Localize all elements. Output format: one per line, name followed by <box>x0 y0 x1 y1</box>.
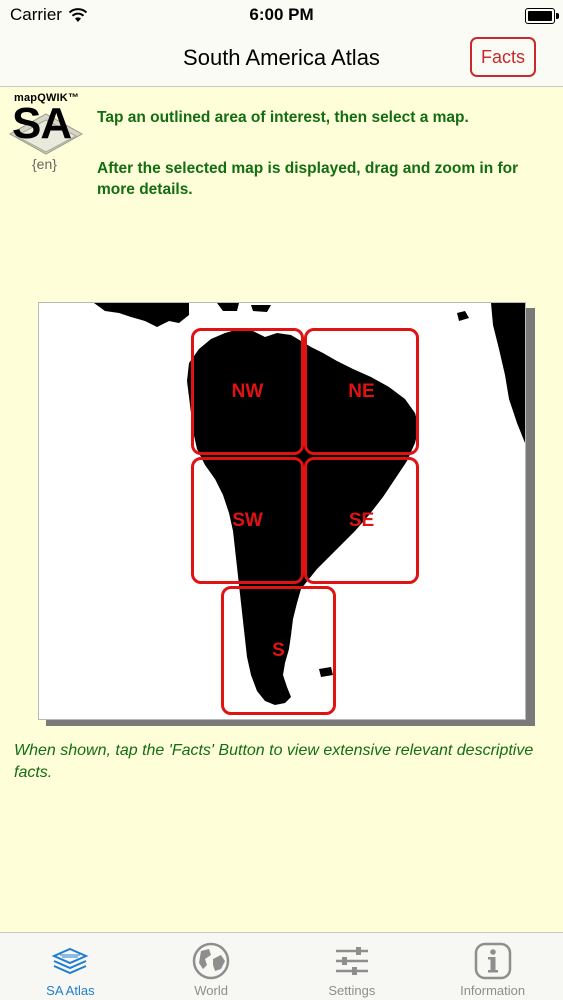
sliders-icon <box>335 947 368 975</box>
instruction-text-1: Tap an outlined area of interest, then s… <box>97 109 469 126</box>
tab-bar: SA Atlas World Settings Information <box>0 932 563 1000</box>
info-icon <box>474 942 511 980</box>
navigation-bar: South America Atlas Facts <box>0 32 563 87</box>
status-time: 6:00 PM <box>249 5 314 24</box>
region-nw-outline[interactable]: NW <box>191 328 304 455</box>
logo-code: SA <box>12 99 72 148</box>
facts-button[interactable]: Facts <box>470 37 536 77</box>
region-label: S <box>272 639 285 661</box>
region-sw-outline[interactable]: SW <box>191 457 304 584</box>
region-label: NE <box>348 380 375 402</box>
region-label: SW <box>232 509 263 531</box>
battery-icon <box>525 8 559 24</box>
globe-icon <box>192 942 230 980</box>
status-bar: Carrier 6:00 PM <box>0 0 563 32</box>
region-ne-outline[interactable]: NE <box>304 328 419 455</box>
tab-information[interactable]: Information <box>422 933 563 1000</box>
region-label: NW <box>231 380 264 402</box>
tab-label: World <box>194 983 228 998</box>
tab-label: SA Atlas <box>46 983 95 998</box>
tab-label: Settings <box>328 983 376 998</box>
region-s-outline[interactable]: S <box>221 586 336 715</box>
tab-sa-atlas[interactable]: SA Atlas <box>0 933 141 1000</box>
layers-icon <box>51 947 89 975</box>
tab-label: Information <box>460 983 526 998</box>
app-logo: mapQWIK™ SA {en} <box>6 92 86 178</box>
region-label: SE <box>348 509 375 531</box>
tab-world[interactable]: World <box>141 933 282 1000</box>
map-view: NW NE SW SE S <box>38 302 526 720</box>
tab-settings[interactable]: Settings <box>282 933 423 1000</box>
logo-language: {en} <box>32 156 57 172</box>
instruction-text-2: After the selected map is displayed, dra… <box>97 160 519 198</box>
region-se-outline[interactable]: SE <box>304 457 419 584</box>
facts-hint-text: When shown, tap the 'Facts' Button to vi… <box>14 742 534 781</box>
